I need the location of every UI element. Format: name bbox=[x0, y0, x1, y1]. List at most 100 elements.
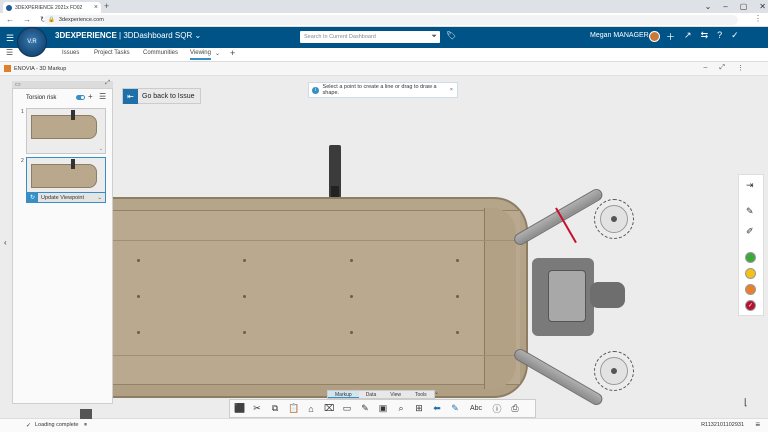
dashboard-tabs: ☰ Issues Project Tasks Communities Viewi… bbox=[0, 48, 768, 62]
url-text: 3dexperience.com bbox=[58, 17, 104, 23]
snapshot-1[interactable]: 1 ⌄ bbox=[21, 108, 106, 154]
hamburger-menu-icon[interactable]: ☰ bbox=[6, 33, 14, 44]
bolt bbox=[243, 259, 246, 262]
new-tab-button[interactable]: + bbox=[104, 1, 109, 11]
hitch-coupler bbox=[590, 282, 625, 308]
tab-data[interactable]: Data bbox=[359, 391, 384, 398]
panel-icon[interactable]: ▭ bbox=[15, 81, 21, 88]
help-icon[interactable]: ? bbox=[717, 30, 722, 43]
bolt bbox=[137, 331, 140, 334]
tab-viewing[interactable]: Viewing bbox=[190, 50, 211, 60]
rectangle-icon[interactable]: ▭ bbox=[342, 403, 352, 414]
minimize-icon[interactable]: – bbox=[723, 2, 727, 11]
brand-title[interactable]: 3DEXPERIENCE | 3DDashboard SQR ⌄ bbox=[55, 31, 201, 40]
expand-icon[interactable]: ⤢ bbox=[719, 64, 725, 72]
close-window-icon[interactable]: ✕ bbox=[759, 2, 766, 11]
exit-icon[interactable]: ⇥ bbox=[746, 180, 754, 191]
brand-rest: | 3DDashboard SQR bbox=[116, 31, 193, 40]
tab-view[interactable]: View bbox=[383, 391, 408, 398]
record-id: R1132101102931 bbox=[701, 422, 744, 428]
axis-icon: ⌊ bbox=[744, 397, 748, 407]
color-red-selected[interactable]: ✓ bbox=[745, 300, 756, 311]
view-icon[interactable]: ▣ bbox=[378, 403, 388, 414]
text-icon[interactable]: Abc bbox=[468, 405, 484, 412]
edit-note-icon[interactable]: ✎ bbox=[360, 403, 370, 414]
clear-markup-icon[interactable]: ⌧ bbox=[324, 403, 334, 414]
tab-project-tasks[interactable]: Project Tasks bbox=[94, 50, 130, 56]
zoom-icon[interactable]: ⌕ bbox=[396, 403, 406, 414]
pen-icon[interactable]: ✎ bbox=[746, 206, 754, 217]
cut-icon[interactable]: ✂ bbox=[252, 403, 262, 414]
bolt bbox=[350, 331, 353, 334]
minimize-icon[interactable]: – bbox=[703, 64, 707, 72]
color-yellow[interactable] bbox=[745, 268, 756, 279]
tab-communities[interactable]: Communities bbox=[143, 50, 178, 56]
tag-icon[interactable]: 🏷 bbox=[446, 31, 456, 40]
chevron-down-icon[interactable]: ⌄ bbox=[215, 50, 220, 57]
status-menu-icon[interactable]: ≡ bbox=[755, 420, 760, 429]
fit-all-icon[interactable]: ⊞ bbox=[414, 403, 424, 414]
snapshot-thumbnail-post bbox=[71, 110, 75, 120]
go-back-to-issue-button[interactable]: ⇤ Go back to Issue bbox=[122, 88, 201, 104]
expand-icon[interactable]: ⤢ bbox=[105, 80, 110, 87]
copy-icon[interactable]: ⧉ bbox=[270, 403, 280, 414]
bolt bbox=[137, 295, 140, 298]
address-bar[interactable]: 🔒 3dexperience.com bbox=[44, 15, 738, 25]
tab-issues[interactable]: Issues bbox=[62, 50, 79, 56]
browser-tab-title: 3DEXPERIENCE 2021x FD02 bbox=[15, 4, 83, 11]
add-snapshot-icon[interactable]: + bbox=[88, 92, 93, 101]
avatar[interactable] bbox=[649, 31, 660, 42]
compass-button[interactable]: V.R bbox=[17, 27, 47, 57]
paste-icon[interactable]: 📋 bbox=[288, 403, 299, 414]
chevron-down-icon[interactable]: ⌄ bbox=[705, 2, 712, 11]
maximize-icon[interactable]: ▢ bbox=[740, 2, 748, 11]
action-bar: ⬛ ✂ ⧉ 📋 ⌂ ⌧ ▭ ✎ ▣ ⌕ ⊞ ⬅ ✎ Abc ⓘ ⎙ bbox=[229, 399, 536, 418]
filter-icon[interactable]: ⏷ bbox=[431, 33, 437, 41]
search-input[interactable]: Search In Current Dashboard ⏷ bbox=[300, 31, 440, 43]
info-icon[interactable]: ⓘ bbox=[492, 402, 502, 415]
update-viewpoint-button[interactable]: ↻ Update Viewpoint ⌄ bbox=[26, 192, 106, 203]
browser-menu-icon[interactable]: ⋮ bbox=[754, 14, 762, 23]
add-icon[interactable]: ＋ bbox=[666, 30, 675, 43]
home-icon[interactable]: ⌂ bbox=[306, 404, 316, 414]
forward-icon[interactable]: → bbox=[23, 15, 31, 24]
visibility-toggle[interactable] bbox=[76, 95, 85, 100]
back-icon[interactable]: ← bbox=[6, 15, 14, 24]
color-orange[interactable] bbox=[745, 284, 756, 295]
user-name[interactable]: Megan MANAGER bbox=[590, 32, 649, 39]
bolt bbox=[456, 295, 459, 298]
pause-icon[interactable]: ⏸ bbox=[84, 422, 87, 429]
compass-label: V.R bbox=[27, 39, 37, 45]
compass-check-icon[interactable]: ✓ bbox=[731, 30, 739, 43]
address-bar-row: ← → ↻ 🔒 3dexperience.com ⋮ bbox=[0, 13, 768, 27]
close-tab-icon[interactable]: × bbox=[94, 4, 98, 11]
list-menu-icon[interactable]: ☰ bbox=[99, 92, 106, 101]
browser-tab-strip: 3DEXPERIENCE 2021x FD02 × + ⌄ – ▢ ✕ bbox=[0, 0, 768, 13]
browser-tab[interactable]: 3DEXPERIENCE 2021x FD02 × bbox=[3, 2, 101, 13]
tab-menu-icon[interactable]: ☰ bbox=[6, 48, 13, 57]
pen-icon[interactable]: ✎ bbox=[450, 403, 460, 414]
snapshot-number: 2 bbox=[21, 158, 24, 164]
tab-markup[interactable]: Markup bbox=[328, 391, 359, 398]
back-arrow-icon[interactable]: ⬅ bbox=[432, 403, 442, 414]
chevron-down-icon[interactable]: ⌄ bbox=[99, 146, 103, 152]
chevron-down-icon[interactable]: ⌄ bbox=[434, 389, 439, 396]
snapshot-thumbnail-post bbox=[71, 159, 75, 169]
collapse-panel-icon[interactable]: ‹ bbox=[4, 238, 7, 247]
more-options-icon[interactable]: ⋮ bbox=[737, 64, 744, 72]
color-green[interactable] bbox=[745, 252, 756, 263]
bolt bbox=[243, 295, 246, 298]
chevron-down-icon[interactable]: ⌄ bbox=[97, 195, 102, 201]
app-header: ENOVIA - 3D Markup bbox=[0, 62, 768, 76]
highlighter-icon[interactable]: ✐ bbox=[746, 226, 754, 237]
top-actions: ＋ ↗ ⇆ ? ✓ bbox=[666, 30, 739, 43]
window-controls: ⌄ – ▢ ✕ bbox=[705, 0, 766, 13]
screen-capture-icon[interactable]: ⬛ bbox=[234, 403, 245, 414]
print-icon[interactable]: ⎙ bbox=[510, 403, 520, 414]
share-icon[interactable]: ↗ bbox=[684, 30, 692, 43]
search-placeholder: Search In Current Dashboard bbox=[304, 34, 376, 40]
communication-icon[interactable]: ⇆ bbox=[701, 30, 709, 43]
add-tab-icon[interactable]: + bbox=[230, 48, 235, 58]
close-icon[interactable]: × bbox=[450, 87, 453, 93]
tab-tools[interactable]: Tools bbox=[408, 391, 434, 398]
